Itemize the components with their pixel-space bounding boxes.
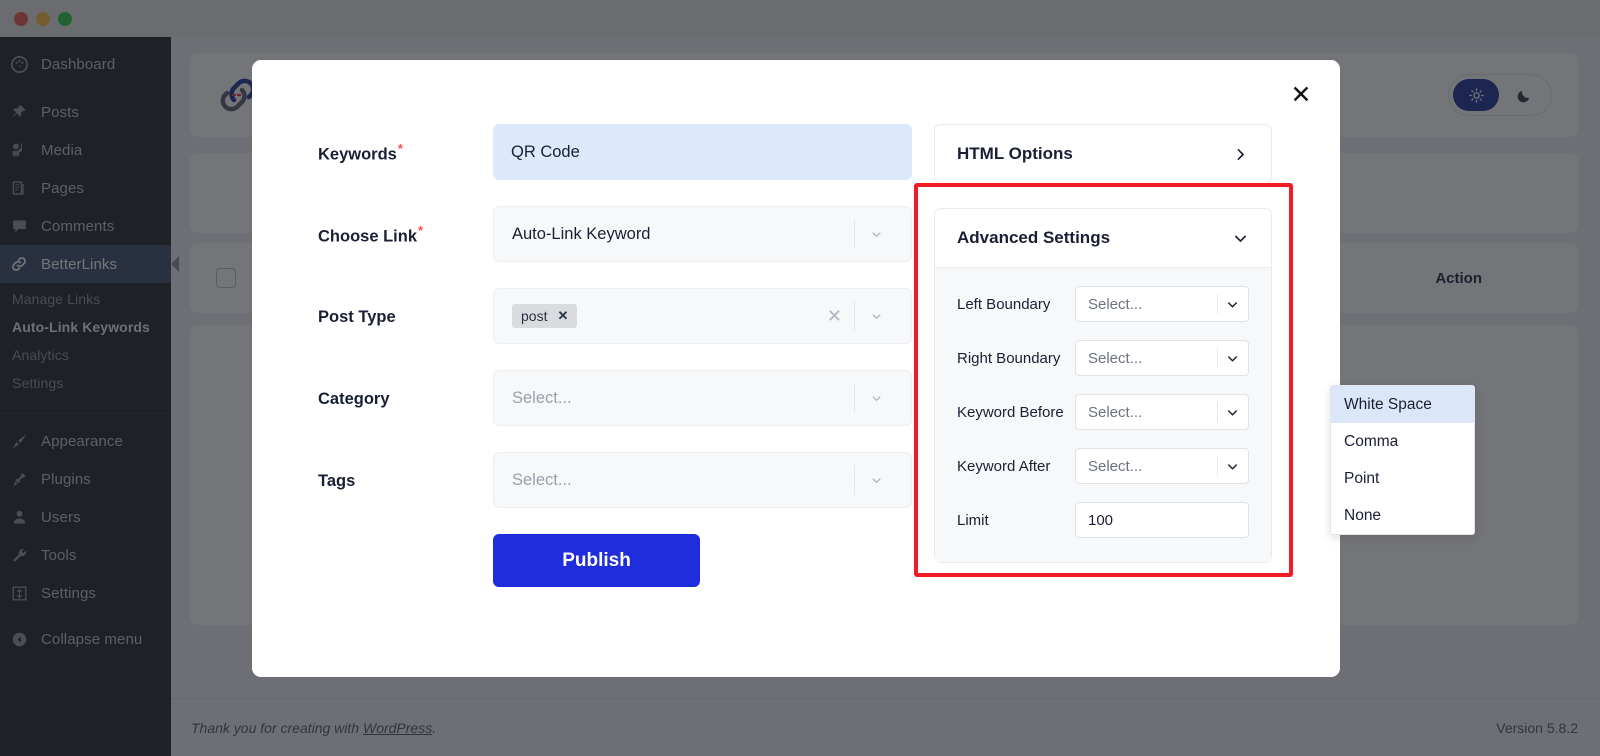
keyword-after-placeholder: Select... <box>1088 458 1142 475</box>
publish-button[interactable]: Publish <box>493 534 700 587</box>
right-boundary-control: Select... <box>1075 340 1249 376</box>
chevron-down-icon[interactable] <box>1225 297 1240 312</box>
post-type-control: post ✕ ✕ <box>493 288 912 344</box>
dropdown-option-none[interactable]: None <box>1331 497 1474 534</box>
keyword-after-select[interactable]: Select... <box>1075 448 1249 484</box>
adv-row-keyword-after: Keyword After Select... <box>957 448 1249 484</box>
html-options-header[interactable]: HTML Options <box>935 125 1271 183</box>
modal-body: Keywords* QR Code Choose Link* Auto-Link… <box>252 124 1340 677</box>
label-keywords-text: Keywords <box>318 146 397 164</box>
left-boundary-placeholder: Select... <box>1088 296 1142 313</box>
limit-input[interactable]: 100 <box>1075 502 1249 538</box>
label-post-type: Post Type <box>318 306 493 327</box>
keyword-before-placeholder: Select... <box>1088 404 1142 421</box>
chevron-down-icon[interactable] <box>855 473 897 488</box>
adv-row-keyword-before: Keyword Before Select... <box>957 394 1249 430</box>
html-options-title: HTML Options <box>957 144 1073 164</box>
keywords-control: QR Code <box>493 124 912 180</box>
label-keywords: Keywords* <box>318 139 493 165</box>
html-options-panel[interactable]: HTML Options <box>934 124 1272 184</box>
chevron-down-icon[interactable] <box>1232 230 1249 247</box>
dropdown-option-point[interactable]: Point <box>1331 460 1474 497</box>
keywords-input[interactable]: QR Code <box>493 124 912 180</box>
advanced-settings-header[interactable]: Advanced Settings <box>935 209 1271 267</box>
limit-control: 100 <box>1075 502 1249 538</box>
left-boundary-control: Select... <box>1075 286 1249 322</box>
tags-placeholder: Select... <box>512 471 572 490</box>
choose-link-select[interactable]: Auto-Link Keyword <box>493 206 912 262</box>
tags-select[interactable]: Select... <box>493 452 912 508</box>
category-select[interactable]: Select... <box>493 370 912 426</box>
keyword-after-caret-wrap <box>1217 456 1240 476</box>
advanced-settings-body: Left Boundary Select... <box>935 267 1271 562</box>
adv-row-limit: Limit 100 <box>957 502 1249 538</box>
dropdown-option-white-space[interactable]: White Space <box>1331 386 1474 423</box>
dropdown-option-comma[interactable]: Comma <box>1331 423 1474 460</box>
field-row-keywords: Keywords* QR Code <box>318 124 912 180</box>
keyword-before-control: Select... <box>1075 394 1249 430</box>
keyword-form: Keywords* QR Code Choose Link* Auto-Link… <box>252 124 912 677</box>
keyword-before-caret-wrap <box>1217 402 1240 422</box>
select-divider <box>1217 456 1218 476</box>
choose-link-value: Auto-Link Keyword <box>512 225 651 244</box>
label-right-boundary: Right Boundary <box>957 340 1075 369</box>
adv-row-right-boundary: Right Boundary Select... <box>957 340 1249 376</box>
modal-side-panels: HTML Options Advanced Settings <box>912 124 1340 677</box>
limit-value: 100 <box>1088 512 1113 529</box>
select-divider <box>1217 294 1218 314</box>
select-divider <box>1217 348 1218 368</box>
label-keyword-before: Keyword Before <box>957 394 1075 423</box>
required-asterisk: * <box>398 141 403 156</box>
chip-remove-icon[interactable]: ✕ <box>557 308 568 324</box>
chevron-right-icon[interactable] <box>1232 146 1249 163</box>
label-left-boundary: Left Boundary <box>957 286 1075 315</box>
keyword-before-select[interactable]: Select... <box>1075 394 1249 430</box>
required-asterisk: * <box>418 223 423 238</box>
auto-link-keyword-modal: ✕ Keywords* QR Code Choose Link* Auto-Li… <box>252 60 1340 677</box>
field-row-tags: Tags Select... <box>318 452 912 508</box>
chevron-down-icon[interactable] <box>855 391 897 406</box>
keyword-after-control: Select... <box>1075 448 1249 484</box>
choose-link-control: Auto-Link Keyword <box>493 206 912 262</box>
post-type-select[interactable]: post ✕ ✕ <box>493 288 912 344</box>
chevron-down-icon[interactable] <box>855 309 897 324</box>
select-divider <box>1217 402 1218 422</box>
right-boundary-select[interactable]: Select... <box>1075 340 1249 376</box>
advanced-settings-panel: Advanced Settings Left Boundary Select..… <box>934 208 1272 563</box>
chip-label: post <box>521 308 547 324</box>
chevron-down-icon[interactable] <box>855 227 897 242</box>
close-icon[interactable]: ✕ <box>1284 78 1318 112</box>
right-boundary-placeholder: Select... <box>1088 350 1142 367</box>
chevron-down-icon[interactable] <box>1225 351 1240 366</box>
chevron-down-icon[interactable] <box>1225 459 1240 474</box>
category-controls <box>854 383 897 413</box>
advanced-settings-title: Advanced Settings <box>957 228 1110 248</box>
tags-controls <box>854 465 897 495</box>
left-boundary-caret-wrap <box>1217 294 1240 314</box>
label-choose-link-text: Choose Link <box>318 228 417 246</box>
label-category: Category <box>318 388 493 409</box>
label-limit: Limit <box>957 502 1075 531</box>
field-row-category: Category Select... <box>318 370 912 426</box>
label-tags: Tags <box>318 470 493 491</box>
chevron-down-icon[interactable] <box>1225 405 1240 420</box>
right-boundary-caret-wrap <box>1217 348 1240 368</box>
post-type-controls: ✕ <box>815 301 897 331</box>
field-row-choose-link: Choose Link* Auto-Link Keyword <box>318 206 912 262</box>
choose-link-controls <box>854 219 897 249</box>
category-placeholder: Select... <box>512 389 572 408</box>
post-type-chip[interactable]: post ✕ <box>512 304 577 328</box>
label-keyword-after: Keyword After <box>957 448 1075 477</box>
advanced-settings-wrapper: Advanced Settings Left Boundary Select..… <box>934 208 1272 563</box>
left-boundary-select[interactable]: Select... <box>1075 286 1249 322</box>
tags-control: Select... <box>493 452 912 508</box>
label-choose-link: Choose Link* <box>318 221 493 247</box>
left-boundary-dropdown-menu[interactable]: White Space Comma Point None <box>1330 385 1475 535</box>
clear-icon[interactable]: ✕ <box>815 306 854 327</box>
field-row-post-type: Post Type post ✕ ✕ <box>318 288 912 344</box>
adv-row-left-boundary: Left Boundary Select... <box>957 286 1249 322</box>
category-control: Select... <box>493 370 912 426</box>
